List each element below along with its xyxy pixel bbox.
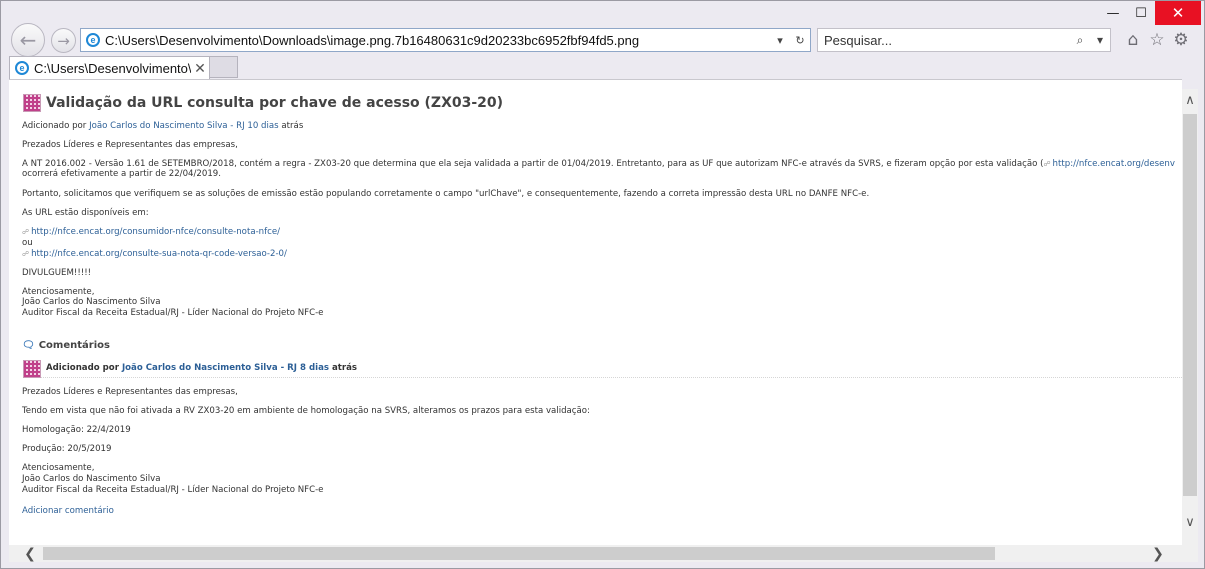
forward-arrow-icon: → [57, 31, 70, 50]
minimize-button[interactable]: — [1099, 1, 1127, 25]
comment-para1: Tendo em vista que não foi ativada a RV … [22, 406, 590, 416]
post-para3: As URL estão disponíveis em: [22, 208, 149, 218]
address-url[interactable]: C:\Users\Desenvolvimento\Downloads\image… [105, 33, 770, 48]
search-dropdown-icon[interactable]: ▾ [1090, 33, 1110, 47]
comment-meta: Adicionado por João Carlos do Nascimento… [46, 363, 357, 373]
comment-added-by-label: Adicionado por [46, 363, 119, 373]
comments-heading-label: Comentários [38, 340, 110, 351]
home-icon[interactable]: ⌂ [1122, 29, 1144, 51]
close-window-button[interactable]: ✕ [1155, 1, 1201, 25]
added-by-label: Adicionado por [22, 121, 87, 131]
post-signature-1: Atenciosamente, [22, 287, 95, 297]
comments-heading: 🗨 Comentários [22, 340, 110, 351]
tab-image[interactable]: e C:\Users\Desenvolvimento\... ✕ [9, 56, 210, 79]
post-meta: Adicionado por João Carlos do Nascimento… [22, 121, 303, 131]
ie-tab-icon: e [15, 61, 29, 75]
author-link[interactable]: João Carlos do Nascimento Silva - RJ [89, 121, 245, 131]
comment-time-link[interactable]: 8 dias [300, 363, 329, 373]
post-shout: DIVULGUEM!!!!! [22, 268, 92, 278]
comment-bubble-icon: 🗨 [22, 340, 35, 351]
avatar [23, 94, 41, 112]
url-link-1[interactable]: http://nfce.encat.org/consumidor-nfce/co… [31, 227, 280, 237]
post-para2: Portanto, solicitamos que verifiquem se … [22, 189, 870, 199]
post-greeting: Prezados Líderes e Representantes das em… [22, 140, 238, 150]
comment-signature-3: Auditor Fiscal da Receita Estadual/RJ - … [22, 485, 324, 495]
comment-avatar [23, 360, 41, 378]
url-line2: ☍ http://nfce.encat.org/consulte-sua-nota… [22, 249, 287, 259]
vertical-scroll-thumb[interactable] [1183, 114, 1197, 496]
post-para1: A NT 2016.002 - Versão 1.61 de SETEMBRO/… [22, 159, 1175, 169]
external-link-icon: ☍ [22, 250, 30, 258]
search-icon[interactable]: ⌕ [1070, 33, 1090, 48]
time-link[interactable]: 10 dias [247, 121, 278, 131]
horizontal-scroll-thumb[interactable] [43, 547, 995, 560]
add-comment-link[interactable]: Adicionar comentário [22, 506, 114, 516]
back-arrow-icon: ← [19, 28, 37, 52]
address-bar[interactable]: e C:\Users\Desenvolvimento\Downloads\ima… [80, 28, 811, 52]
favorites-star-icon[interactable]: ☆ [1146, 29, 1168, 51]
post-signature-3: Auditor Fiscal da Receita Estadual/RJ - … [22, 308, 324, 318]
horizontal-scrollbar[interactable]: ❮ ❯ [9, 545, 1182, 562]
comment-time-suffix: atrás [331, 363, 358, 373]
new-tab-button[interactable] [210, 56, 238, 78]
comment-divider [41, 377, 1182, 378]
scroll-up-icon[interactable]: ∧ [1182, 91, 1198, 109]
comment-signature-1: Atenciosamente, [22, 463, 95, 473]
search-input[interactable]: Pesquisar... [824, 33, 1070, 48]
page-title: Validação da URL consulta por chave de a… [46, 95, 504, 111]
refresh-icon[interactable]: ↻ [790, 34, 810, 47]
scroll-down-icon[interactable]: ∨ [1182, 513, 1198, 531]
post-signature-2: João Carlos do Nascimento Silva [22, 297, 161, 307]
browser-window: — ☐ ✕ ← → e C:\Users\Desenvolvimento\Dow… [0, 0, 1205, 569]
para1-text: A NT 2016.002 - Versão 1.61 de SETEMBRO/… [22, 159, 1044, 169]
post-para1-line2: ocorrerá efetivamente a partir de 22/04/… [22, 169, 221, 179]
search-box[interactable]: Pesquisar... ⌕ ▾ [817, 28, 1111, 52]
para1-link[interactable]: http://nfce.encat.org/desenv [1053, 159, 1175, 169]
comment-greeting: Prezados Líderes e Representantes das em… [22, 387, 238, 397]
comment-signature-2: João Carlos do Nascimento Silva [22, 474, 161, 484]
comment-producao: Produção: 20/5/2019 [22, 444, 112, 454]
scroll-left-icon[interactable]: ❮ [21, 545, 39, 562]
vertical-scrollbar[interactable]: ∧ ∨ [1182, 89, 1198, 545]
forward-button[interactable]: → [51, 28, 76, 53]
settings-gear-icon[interactable]: ⚙ [1170, 29, 1192, 51]
comment-homologacao: Homologação: 22/4/2019 [22, 425, 131, 435]
back-button[interactable]: ← [11, 23, 45, 57]
url-line1: ☍ http://nfce.encat.org/consumidor-nfce/c… [22, 227, 280, 237]
scroll-right-icon[interactable]: ❯ [1149, 545, 1167, 562]
external-link-icon: ☍ [22, 228, 30, 236]
page-content: Validação da URL consulta por chave de a… [9, 79, 1182, 546]
maximize-button[interactable]: ☐ [1127, 1, 1155, 25]
address-dropdown-icon[interactable]: ▾ [770, 34, 790, 47]
tab-close-icon[interactable]: ✕ [191, 60, 209, 77]
tab-label: C:\Users\Desenvolvimento\... [34, 60, 191, 76]
url-link-2[interactable]: http://nfce.encat.org/consulte-sua-nota-… [31, 249, 287, 259]
time-suffix: atrás [281, 121, 304, 131]
or-text: ou [22, 238, 33, 248]
comment-author-link[interactable]: João Carlos do Nascimento Silva - RJ [122, 363, 297, 373]
external-link-icon: ☍ [1043, 160, 1051, 168]
scrollbar-corner [1182, 545, 1198, 562]
ie-page-icon: e [86, 33, 100, 47]
